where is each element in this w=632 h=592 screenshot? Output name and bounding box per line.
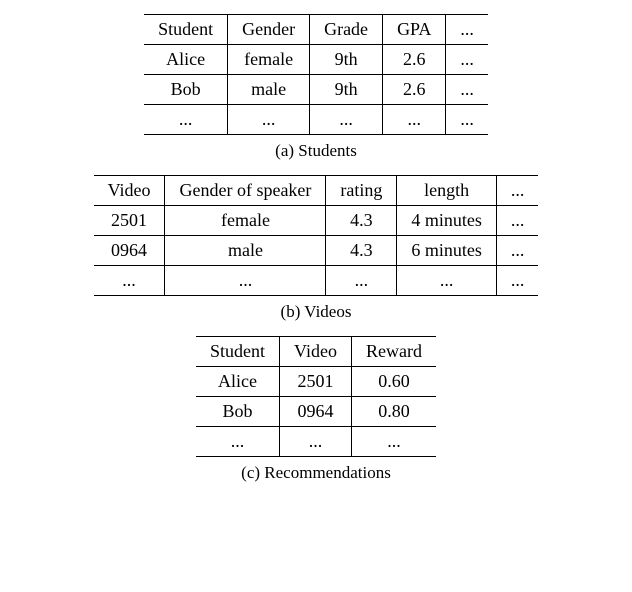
cell: 0964	[94, 236, 165, 266]
cell: 2501	[94, 206, 165, 236]
cell: Bob	[196, 397, 280, 427]
cell: 2.6	[383, 75, 446, 105]
cell: 0964	[280, 397, 352, 427]
table-row: ... ... ...	[196, 427, 436, 457]
recommendations-caption: (c) Recommendations	[241, 463, 391, 483]
col-header: Gender of speaker	[165, 176, 326, 206]
cell: ...	[446, 105, 488, 135]
cell: 4.3	[326, 206, 397, 236]
table-row: ... ... ... ... ...	[94, 266, 539, 296]
students-caption: (a) Students	[275, 141, 357, 161]
table-row: Bob 0964 0.80	[196, 397, 436, 427]
cell: 6 minutes	[397, 236, 497, 266]
videos-caption: (b) Videos	[281, 302, 352, 322]
col-header: Gender	[228, 15, 310, 45]
cell: 0.80	[351, 397, 435, 427]
col-header: Video	[280, 337, 352, 367]
videos-table: Video Gender of speaker rating length ..…	[94, 175, 539, 296]
recommendations-table-block: Student Video Reward Alice 2501 0.60 Bob…	[0, 336, 632, 483]
cell: ...	[165, 266, 326, 296]
cell: 0.60	[351, 367, 435, 397]
col-header: Student	[196, 337, 280, 367]
col-header: Grade	[310, 15, 383, 45]
table-row: Bob male 9th 2.6 ...	[144, 75, 488, 105]
cell: ...	[94, 266, 165, 296]
cell: Alice	[196, 367, 280, 397]
cell: ...	[496, 206, 538, 236]
table-row: 2501 female 4.3 4 minutes ...	[94, 206, 539, 236]
col-header: Video	[94, 176, 165, 206]
table-row: Alice 2501 0.60	[196, 367, 436, 397]
col-header: length	[397, 176, 497, 206]
table-header-row: Student Gender Grade GPA ...	[144, 15, 488, 45]
table-row: 0964 male 4.3 6 minutes ...	[94, 236, 539, 266]
col-header: ...	[496, 176, 538, 206]
cell: Alice	[144, 45, 228, 75]
cell: 2.6	[383, 45, 446, 75]
cell: ...	[351, 427, 435, 457]
cell: 9th	[310, 45, 383, 75]
cell: ...	[144, 105, 228, 135]
cell: ...	[310, 105, 383, 135]
col-header: rating	[326, 176, 397, 206]
cell: 4 minutes	[397, 206, 497, 236]
table-row: ... ... ... ... ...	[144, 105, 488, 135]
cell: female	[165, 206, 326, 236]
students-table-block: Student Gender Grade GPA ... Alice femal…	[0, 14, 632, 161]
cell: ...	[228, 105, 310, 135]
col-header: Student	[144, 15, 228, 45]
cell: ...	[446, 75, 488, 105]
cell: 9th	[310, 75, 383, 105]
col-header: ...	[446, 15, 488, 45]
table-header-row: Video Gender of speaker rating length ..…	[94, 176, 539, 206]
cell: ...	[280, 427, 352, 457]
table-header-row: Student Video Reward	[196, 337, 436, 367]
cell: female	[228, 45, 310, 75]
cell: ...	[326, 266, 397, 296]
students-table: Student Gender Grade GPA ... Alice femal…	[144, 14, 488, 135]
cell: ...	[496, 236, 538, 266]
col-header: GPA	[383, 15, 446, 45]
cell: 2501	[280, 367, 352, 397]
cell: ...	[446, 45, 488, 75]
table-row: Alice female 9th 2.6 ...	[144, 45, 488, 75]
cell: ...	[397, 266, 497, 296]
videos-table-block: Video Gender of speaker rating length ..…	[0, 175, 632, 322]
cell: male	[165, 236, 326, 266]
cell: ...	[496, 266, 538, 296]
cell: male	[228, 75, 310, 105]
cell: Bob	[144, 75, 228, 105]
cell: ...	[196, 427, 280, 457]
recommendations-table: Student Video Reward Alice 2501 0.60 Bob…	[196, 336, 436, 457]
cell: 4.3	[326, 236, 397, 266]
cell: ...	[383, 105, 446, 135]
col-header: Reward	[351, 337, 435, 367]
